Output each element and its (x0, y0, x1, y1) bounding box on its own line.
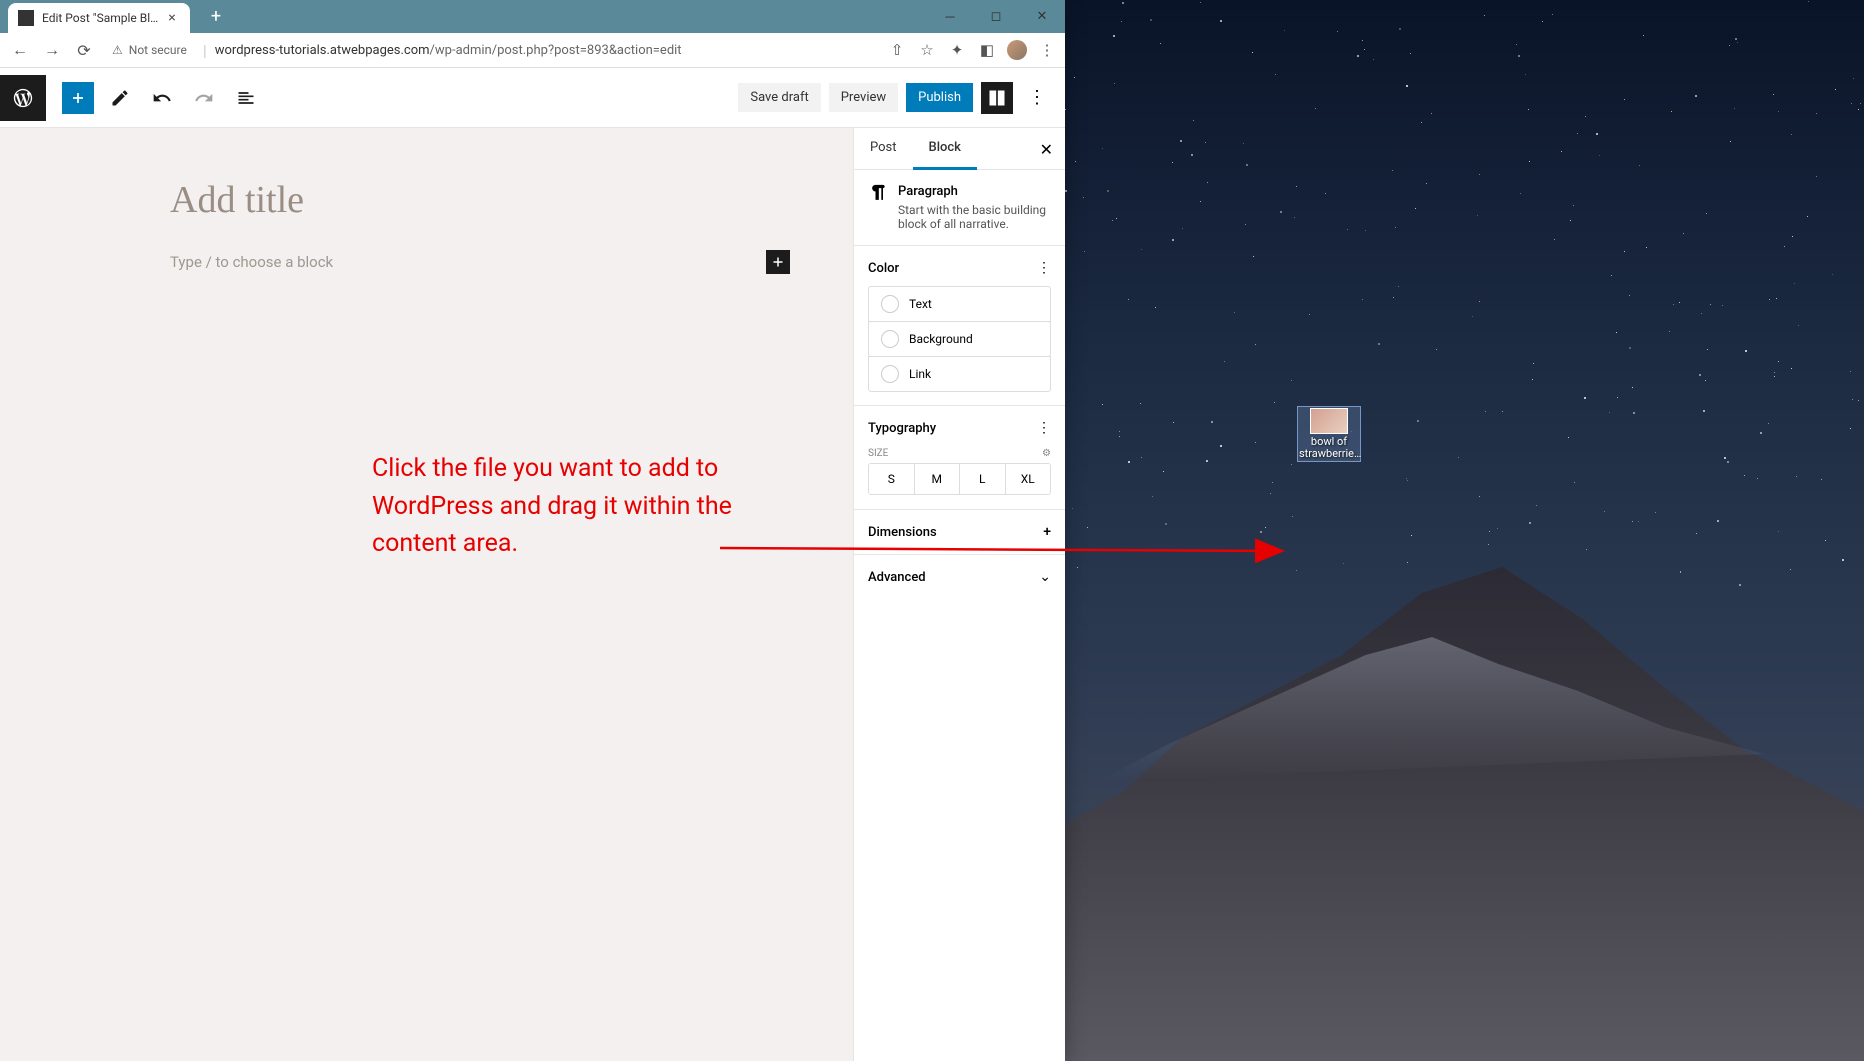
desktop-file-icon[interactable]: bowl of strawberrie… (1299, 408, 1359, 460)
color-header: Color (868, 261, 899, 276)
bookmark-icon[interactable]: ☆ (917, 40, 937, 60)
save-draft-button[interactable]: Save draft (738, 83, 820, 112)
advanced-header[interactable]: Advanced (868, 570, 926, 585)
post-title-input[interactable]: Add title (170, 178, 790, 222)
document-overview-button[interactable] (230, 82, 262, 114)
edit-tools-button[interactable] (104, 82, 136, 114)
font-size-m[interactable]: M (915, 464, 961, 494)
tab-title: Edit Post "Sample Blog Post" ‹ M… (42, 11, 164, 25)
font-size-s[interactable]: S (869, 464, 915, 494)
share-icon[interactable]: ⇧ (887, 40, 907, 60)
wordpress-logo-button[interactable] (0, 75, 46, 121)
plus-icon[interactable]: + (1043, 524, 1051, 540)
tab-post[interactable]: Post (854, 128, 913, 169)
settings-toggle-button[interactable] (981, 82, 1013, 114)
maximize-button[interactable]: ◻ (973, 0, 1019, 33)
typography-options-icon[interactable]: ⋮ (1037, 420, 1051, 436)
link-color-button[interactable]: Link (868, 356, 1051, 392)
add-block-button[interactable] (62, 82, 94, 114)
background-color-button[interactable]: Background (868, 321, 1051, 357)
forward-button[interactable]: → (40, 38, 64, 62)
browser-tab[interactable]: Edit Post "Sample Blog Post" ‹ M… × (8, 3, 190, 33)
settings-sidebar: Post Block ✕ Paragraph Start with the ba… (853, 128, 1065, 1061)
back-button[interactable]: ← (8, 38, 32, 62)
minimize-button[interactable]: ─ (927, 0, 973, 33)
file-label: bowl of strawberrie… (1299, 436, 1359, 460)
reload-button[interactable]: ⟳ (72, 38, 96, 62)
url-host: wordpress-tutorials.atwebpages.com (215, 43, 430, 58)
block-name: Paragraph (898, 184, 1051, 199)
browser-menu-icon[interactable]: ⋮ (1037, 40, 1057, 60)
inline-add-block-button[interactable] (766, 250, 790, 274)
tab-block[interactable]: Block (913, 128, 977, 170)
close-window-button[interactable]: ✕ (1019, 0, 1065, 33)
color-options-icon[interactable]: ⋮ (1037, 260, 1051, 276)
profile-avatar[interactable] (1007, 40, 1027, 60)
publish-button[interactable]: Publish (906, 83, 973, 112)
wp-toolbar: Save draft Preview Publish ⋮ (0, 68, 1065, 128)
new-tab-button[interactable]: + (202, 3, 230, 31)
size-label: SIZE (868, 448, 888, 459)
close-sidebar-icon[interactable]: ✕ (1040, 140, 1053, 159)
paragraph-icon (868, 184, 888, 231)
block-description: Start with the basic building block of a… (898, 203, 1051, 231)
close-tab-icon[interactable]: × (164, 10, 180, 26)
dimensions-header[interactable]: Dimensions (868, 525, 937, 540)
window-controls: ─ ◻ ✕ (927, 0, 1065, 33)
block-prompt[interactable]: Type / to choose a block (170, 253, 333, 271)
annotation-text: Click the file you want to add to WordPr… (372, 450, 752, 563)
tab-favicon (18, 10, 34, 26)
redo-button[interactable] (188, 82, 220, 114)
font-size-buttons: S M L XL (868, 463, 1051, 495)
browser-window: Edit Post "Sample Blog Post" ‹ M… × + ─ … (0, 0, 1065, 1061)
browser-addressbar: ← → ⟳ ⚠ Not secure | wordpress-tutorials… (0, 33, 1065, 68)
file-thumbnail (1310, 408, 1348, 434)
font-size-xl[interactable]: XL (1006, 464, 1051, 494)
security-label: Not secure (129, 43, 187, 57)
preview-button[interactable]: Preview (829, 83, 898, 112)
text-color-button[interactable]: Text (868, 286, 1051, 322)
color-swatch-icon (881, 295, 899, 313)
undo-button[interactable] (146, 82, 178, 114)
url-field[interactable]: wordpress-tutorials.atwebpages.com/wp-ad… (215, 43, 879, 58)
color-swatch-icon (881, 365, 899, 383)
editor-canvas[interactable]: Add title Type / to choose a block Click… (0, 128, 853, 1061)
warning-icon: ⚠ (112, 43, 123, 57)
browser-titlebar: Edit Post "Sample Blog Post" ‹ M… × + ─ … (0, 0, 1065, 33)
side-panel-icon[interactable]: ◧ (977, 40, 997, 60)
typography-header: Typography (868, 421, 936, 436)
security-badge[interactable]: ⚠ Not secure (104, 43, 195, 57)
options-button[interactable]: ⋮ (1021, 82, 1053, 114)
chevron-down-icon[interactable]: ⌄ (1039, 569, 1051, 585)
extensions-icon[interactable]: ✦ (947, 40, 967, 60)
color-swatch-icon (881, 330, 899, 348)
font-size-l[interactable]: L (960, 464, 1006, 494)
url-path: /wp-admin/post.php?post=893&action=edit (430, 43, 682, 58)
size-settings-icon[interactable]: ⚙ (1042, 448, 1051, 459)
